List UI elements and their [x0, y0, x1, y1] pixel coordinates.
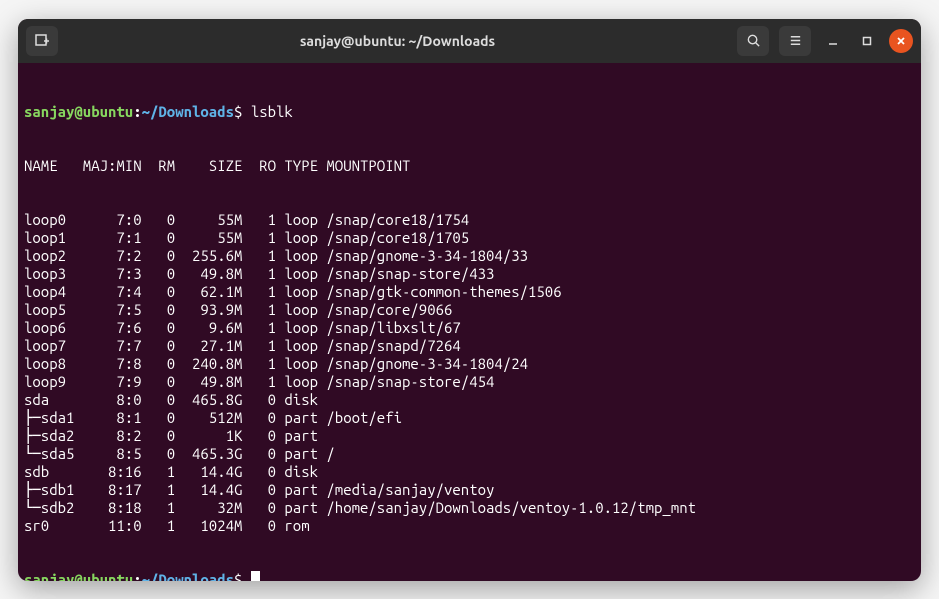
- prompt-sep: :: [133, 103, 141, 120]
- prompt-path: ~/Downloads: [142, 103, 234, 120]
- table-row: loop0 7:0 0 55M 1 loop /snap/core18/1754: [24, 211, 915, 229]
- hamburger-icon: [788, 33, 803, 48]
- prompt-userhost: sanjay@ubuntu: [24, 103, 133, 120]
- close-button[interactable]: [889, 29, 913, 53]
- table-row: └─sda5 8:5 0 465.3G 0 part /: [24, 445, 915, 463]
- table-row: sdb 8:16 1 14.4G 0 disk: [24, 463, 915, 481]
- close-icon: [895, 35, 907, 47]
- search-button[interactable]: [737, 26, 769, 56]
- maximize-icon: [861, 35, 873, 47]
- search-icon: [746, 33, 761, 48]
- table-row: └─sdb2 8:18 1 32M 0 part /home/sanjay/Do…: [24, 499, 915, 517]
- titlebar: sanjay@ubuntu: ~/Downloads: [18, 19, 921, 63]
- new-tab-button[interactable]: [26, 26, 58, 56]
- table-row: ├─sda2 8:2 0 1K 0 part: [24, 427, 915, 445]
- prompt-userhost: sanjay@ubuntu: [24, 571, 133, 581]
- minimize-icon: [827, 35, 839, 47]
- minimize-button[interactable]: [821, 29, 845, 53]
- menu-button[interactable]: [779, 26, 811, 56]
- table-row: loop7 7:7 0 27.1M 1 loop /snap/snapd/726…: [24, 337, 915, 355]
- table-row: loop4 7:4 0 62.1M 1 loop /snap/gtk-commo…: [24, 283, 915, 301]
- prompt-line-1: sanjay@ubuntu:~/Downloads$ lsblk: [24, 103, 915, 121]
- table-row: loop6 7:6 0 9.6M 1 loop /snap/libxslt/67: [24, 319, 915, 337]
- cursor: [251, 571, 260, 581]
- table-row: sda 8:0 0 465.8G 0 disk: [24, 391, 915, 409]
- prompt-path: ~/Downloads: [142, 571, 234, 581]
- new-tab-icon: [34, 33, 50, 49]
- prompt-line-2: sanjay@ubuntu:~/Downloads$: [24, 571, 915, 581]
- terminal-window: sanjay@ubuntu: ~/Downloads sanjay@ubuntu…: [18, 19, 921, 581]
- table-row: loop5 7:5 0 93.9M 1 loop /snap/core/9066: [24, 301, 915, 319]
- table-row: loop2 7:2 0 255.6M 1 loop /snap/gnome-3-…: [24, 247, 915, 265]
- table-row: loop8 7:8 0 240.8M 1 loop /snap/gnome-3-…: [24, 355, 915, 373]
- lsblk-rows: loop0 7:0 0 55M 1 loop /snap/core18/1754…: [24, 211, 915, 535]
- table-row: loop1 7:1 0 55M 1 loop /snap/core18/1705: [24, 229, 915, 247]
- prompt-sigil: $: [234, 103, 242, 120]
- prompt-sigil: $: [234, 571, 242, 581]
- terminal-body[interactable]: sanjay@ubuntu:~/Downloads$ lsblk NAME MA…: [18, 63, 921, 581]
- maximize-button[interactable]: [855, 29, 879, 53]
- prompt-sep: :: [133, 571, 141, 581]
- lsblk-header: NAME MAJ:MIN RM SIZE RO TYPE MOUNTPOINT: [24, 157, 915, 175]
- table-row: sr0 11:0 1 1024M 0 rom: [24, 517, 915, 535]
- window-title: sanjay@ubuntu: ~/Downloads: [64, 33, 731, 49]
- table-row: loop3 7:3 0 49.8M 1 loop /snap/snap-stor…: [24, 265, 915, 283]
- table-row: loop9 7:9 0 49.8M 1 loop /snap/snap-stor…: [24, 373, 915, 391]
- table-row: ├─sda1 8:1 0 512M 0 part /boot/efi: [24, 409, 915, 427]
- command-text: lsblk: [251, 103, 293, 120]
- table-row: ├─sdb1 8:17 1 14.4G 0 part /media/sanjay…: [24, 481, 915, 499]
